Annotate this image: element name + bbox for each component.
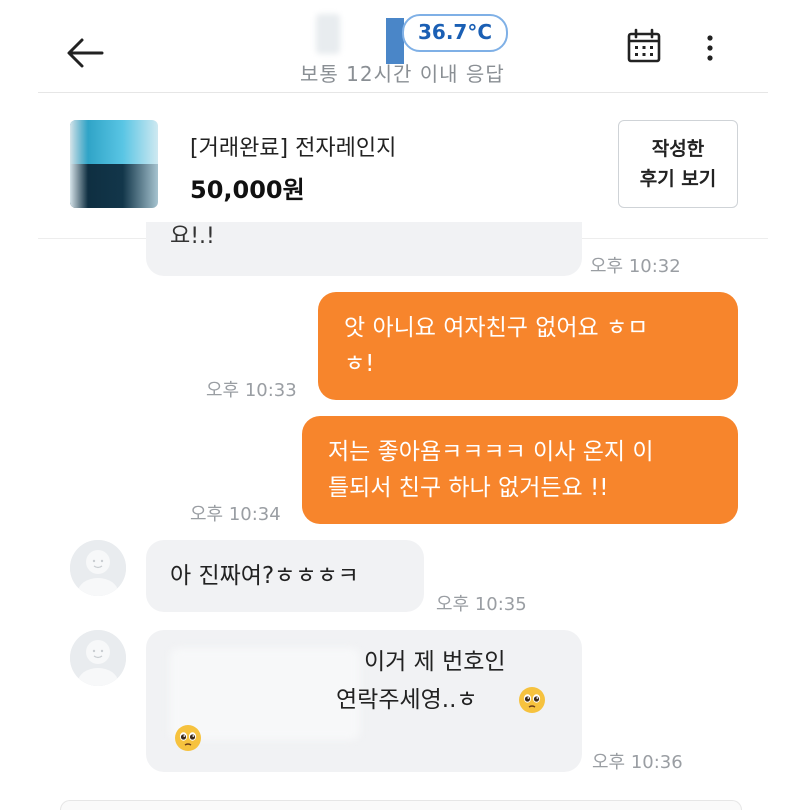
message-time: 오후 10:36 — [592, 752, 683, 773]
product-title: [거래완료] 전자레인지 — [190, 136, 397, 161]
calendar-icon[interactable] — [626, 28, 662, 64]
review-button-line2: 후기 보기 — [639, 168, 717, 190]
seller-name-redacted — [316, 14, 340, 54]
message-time: 오후 10:32 — [590, 256, 681, 277]
default-avatar-icon[interactable] — [70, 630, 126, 686]
message-text: 아 진짜여?ㅎㅎㅎㅋ — [170, 563, 359, 589]
message-time: 오후 10:34 — [190, 504, 281, 525]
outgoing-message-bubble: 저는 좋아욤ㅋㅋㅋㅋ 이사 온지 이 틀되서 친구 하나 없거든요 !! — [302, 416, 738, 524]
default-avatar-icon[interactable] — [70, 540, 126, 596]
message-text-line1: 앗 아니요 여자친구 없어요 ㅎㅁ — [344, 315, 649, 341]
message-text-line2: 틀되서 친구 하나 없거든요 !! — [328, 475, 609, 501]
message-time: 오후 10:33 — [206, 380, 297, 401]
outgoing-message-bubble: 앗 아니요 여자친구 없어요 ㅎㅁ ㅎ! — [318, 292, 738, 400]
message-text-line1: 이거 제 번호인 — [364, 649, 506, 675]
review-button-line1: 작성한 — [651, 138, 705, 160]
message-text-line1: 저는 좋아욤ㅋㅋㅋㅋ 이사 온지 이 — [328, 439, 654, 465]
incoming-message-bubble: 요!.! — [146, 222, 582, 276]
pleading-face-emoji-icon — [519, 687, 545, 713]
message-text-line2: 연락주세영..ㅎ — [336, 687, 478, 713]
manner-temperature-badge: 36.7°C — [402, 14, 509, 52]
product-thumbnail[interactable] — [70, 120, 158, 208]
incoming-message-bubble: 이거 제 번호인 연락주세영..ㅎ — [146, 630, 582, 772]
product-price: 50,000원 — [190, 176, 305, 204]
message-text-line2: ㅎ! — [344, 351, 375, 377]
response-time-label: 보통 12시간 이내 응답 — [300, 62, 505, 86]
back-arrow-icon[interactable] — [62, 30, 108, 76]
view-review-button[interactable]: 작성한 후기 보기 — [618, 120, 738, 208]
pleading-face-emoji-icon — [175, 725, 201, 751]
message-time: 오후 10:35 — [436, 594, 527, 615]
more-vertical-icon[interactable] — [698, 30, 722, 66]
header-divider — [38, 92, 768, 93]
message-text: 요!.! — [170, 224, 215, 249]
incoming-message-bubble: 아 진짜여?ㅎㅎㅎㅋ — [146, 540, 424, 612]
